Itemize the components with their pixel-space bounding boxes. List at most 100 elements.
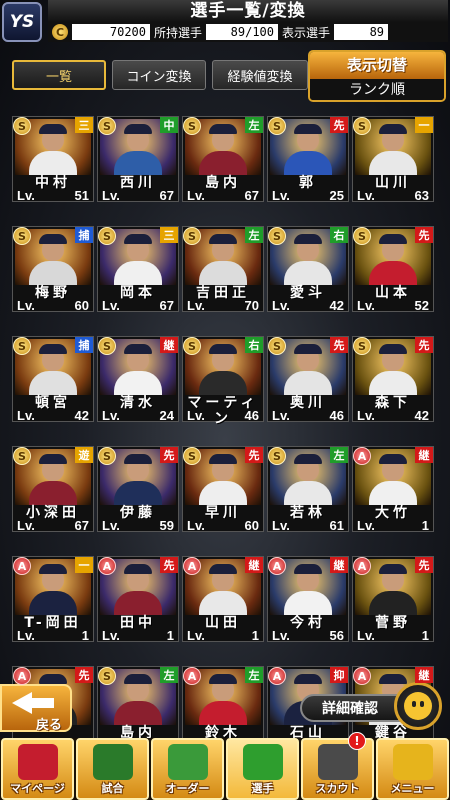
position-badge: 継 [160,337,178,353]
player-card[interactable]: S 右 マーティン Lv. 46 [182,336,264,427]
player-card[interactable]: S 一 山川 Lv. 63 [352,116,434,203]
sort-toggle-button[interactable]: 表示切替 ランク順 [308,50,446,102]
rank-badge-icon: S [268,447,286,465]
level-prefix: Lv. [272,188,290,203]
position-badge: 遊 [75,447,93,463]
level-prefix: Lv. [272,518,290,533]
player-uniform [199,591,247,615]
nav-item-order-field[interactable]: オーダー [151,738,224,800]
player-card[interactable]: A 先 田中 Lv. 1 [97,556,179,643]
player-card[interactable]: A 継 山田 Lv. 1 [182,556,264,643]
tab-bar: 一覧 コイン変換 経験値変換 [12,60,308,92]
player-card[interactable]: S 先 山本 Lv. 52 [352,226,434,313]
player-card[interactable]: S 先 郭 Lv. 25 [267,116,349,203]
nav-item-stadium[interactable]: 試合 [76,738,149,800]
player-cap [379,234,407,244]
player-cap [209,674,237,684]
nav-item-player[interactable]: 選手 [226,738,299,800]
level-prefix: Lv. [187,628,205,643]
nav-item-scout[interactable]: スカウト ! [301,732,374,800]
player-card[interactable]: S 三 岡本 Lv. 67 [97,226,179,313]
notification-badge: ! [348,732,366,750]
player-cap [39,564,67,574]
team-logo-icon[interactable]: YS [2,2,42,42]
nav-label: メニュー [390,782,435,795]
player-uniform [284,481,332,505]
tab-coin-convert[interactable]: コイン変換 [112,60,206,90]
rank-badge-icon: S [353,227,371,245]
rank-badge-icon: S [98,337,116,355]
player-uniform [29,371,77,395]
position-badge: 先 [75,667,93,683]
display-players-label: 表示選手 [282,25,331,40]
back-button[interactable]: 戻る [0,684,72,733]
sort-toggle-title: 表示切替 [310,52,444,79]
player-card[interactable]: S 中 西川 Lv. 67 [97,116,179,203]
player-level: Lv. 1 [13,629,93,643]
player-card[interactable]: S 先 早川 Lv. 60 [182,446,264,533]
player-cap [124,454,152,464]
nav-item-menu[interactable]: メニュー [376,738,449,800]
level-prefix: Lv. [357,628,375,643]
position-badge: 継 [415,447,433,463]
level-prefix: Lv. [187,518,205,533]
position-badge: 中 [160,117,178,133]
back-arrow-tail [30,698,54,708]
player-cap [209,454,237,464]
player-card[interactable]: S 遊 小深田 Lv. 67 [12,446,94,533]
level-value: 70 [244,298,259,313]
position-badge: 一 [75,557,93,573]
level-value: 42 [329,298,344,313]
player-uniform [29,261,77,285]
player-uniform [369,151,417,175]
player-level: Lv. 67 [183,189,263,203]
player-card[interactable]: S 捕 梅野 Lv. 60 [12,226,94,313]
player-card[interactable]: S 三 中村 Lv. 51 [12,116,94,203]
tab-list[interactable]: 一覧 [12,60,106,90]
player-card[interactable]: S 先 森下 Lv. 42 [352,336,434,423]
player-card[interactable]: S 継 清水 Lv. 24 [97,336,179,423]
rank-badge-icon: A [353,447,371,465]
position-badge: 先 [330,117,348,133]
player-uniform [369,371,417,395]
level-prefix: Lv. [187,188,205,203]
level-prefix: Lv. [102,628,120,643]
level-value: 67 [159,188,174,203]
player-card[interactable]: S 捕 頓宮 Lv. 42 [12,336,94,423]
nav-item-mypage[interactable]: マイページ [1,738,74,800]
player-uniform [29,151,77,175]
player-card[interactable]: S 左 島内 Lv. 67 [182,116,264,203]
player-uniform [114,701,162,725]
player-card[interactable]: S 右 愛斗 Lv. 42 [267,226,349,313]
player-card[interactable]: A 一 T-岡田 Lv. 1 [12,556,94,643]
rank-badge-icon: S [98,447,116,465]
player-card[interactable]: S 左 吉田正 Lv. 70 [182,226,264,313]
player-card[interactable]: S 先 奥川 Lv. 46 [267,336,349,423]
level-prefix: Lv. [17,408,35,423]
player-card[interactable]: S 左 若林 Lv. 61 [267,446,349,533]
tab-exp-convert[interactable]: 経験値変換 [212,60,308,90]
level-prefix: Lv. [187,298,205,313]
player-cap [209,344,237,354]
level-value: 1 [251,628,259,643]
player-uniform [369,481,417,505]
player-card[interactable]: A 継 大竹 Lv. 1 [352,446,434,533]
position-badge: 継 [245,557,263,573]
rank-badge-icon: S [98,117,116,135]
player-cap [39,124,67,134]
level-prefix: Lv. [357,298,375,313]
player-card[interactable]: A 先 菅野 Lv. 1 [352,556,434,643]
player-uniform [284,591,332,615]
player-level: Lv. 1 [98,629,178,643]
player-cap [39,344,67,354]
rank-badge-icon: S [98,667,116,685]
level-prefix: Lv. [102,518,120,533]
detail-check-icon[interactable] [394,682,442,730]
player-card[interactable]: S 先 伊藤 Lv. 59 [97,446,179,533]
player-cap [379,564,407,574]
player-uniform [114,591,162,615]
player-card[interactable]: A 継 今村 Lv. 56 [267,556,349,643]
player-cap [209,234,237,244]
detail-check-button[interactable]: 詳細確認 [300,694,400,722]
nav-label: スカウト [315,782,360,795]
